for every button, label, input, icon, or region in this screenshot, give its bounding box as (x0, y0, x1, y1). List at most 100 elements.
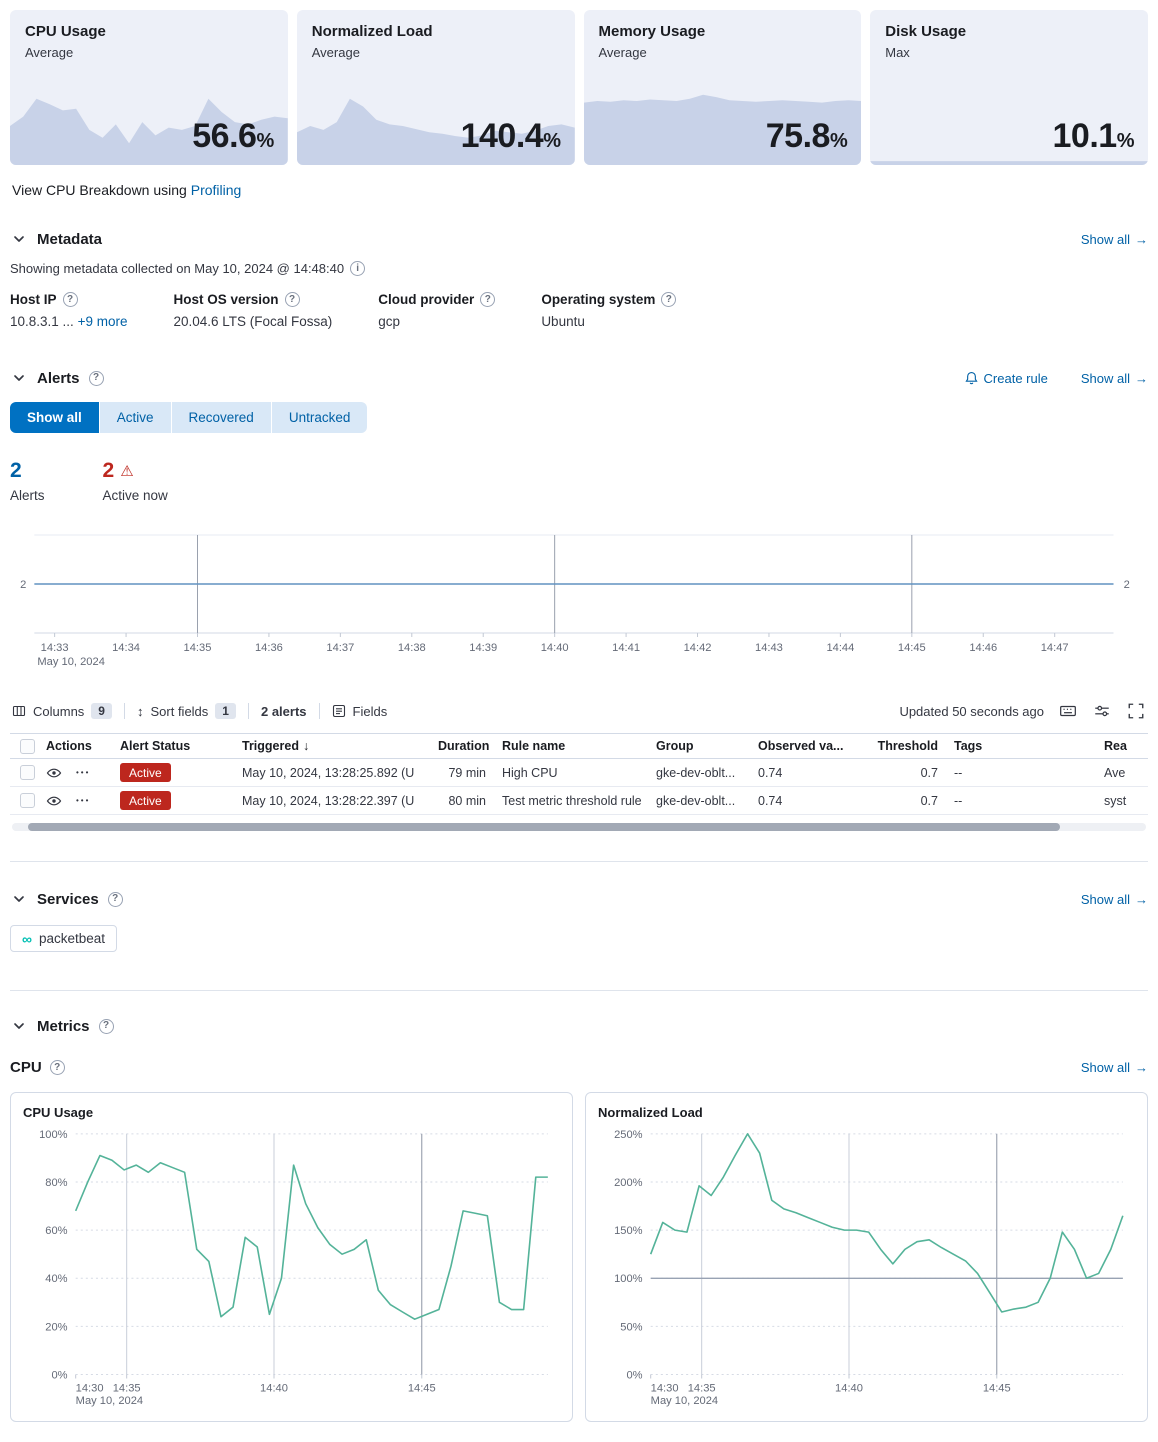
metrics-show-all-link[interactable]: Show all → (1081, 1060, 1148, 1075)
chevron-down-icon[interactable] (10, 1017, 28, 1035)
col-header-tags: Tags (954, 739, 1104, 753)
arrow-right-icon: → (1135, 1060, 1148, 1075)
section-divider (10, 990, 1148, 991)
svg-text:14:30: 14:30 (651, 1382, 679, 1394)
cell-reason: Ave (1104, 766, 1148, 780)
service-chip-packetbeat[interactable]: ∞ packetbeat (10, 925, 117, 952)
fullscreen-icon[interactable] (1126, 701, 1146, 721)
cell-duration: 80 min (438, 794, 502, 808)
table-row[interactable]: ••• Active May 10, 2024, 13:28:25.892 (U… (10, 759, 1148, 787)
keyboard-shortcuts-icon[interactable] (1058, 701, 1078, 721)
profiling-note: View CPU Breakdown using Profiling (12, 182, 1146, 198)
chart-title: Normalized Load (598, 1105, 1135, 1120)
display-options-icon[interactable] (1092, 701, 1112, 721)
svg-text:250%: 250% (614, 1129, 643, 1141)
columns-button[interactable]: Columns 9 (12, 703, 112, 719)
question-icon[interactable]: ? (661, 292, 676, 307)
cell-observed-value: 0.74 (758, 766, 876, 780)
arrow-right-icon: → (1135, 371, 1148, 386)
more-actions-icon[interactable]: ••• (76, 768, 90, 777)
svg-text:14:42: 14:42 (684, 642, 712, 654)
services-section: Services ? Show all → ∞ packetbeat (10, 890, 1148, 952)
alerts-timeline-chart[interactable]: 14:3314:3414:3514:3614:3714:3814:3914:40… (10, 529, 1148, 671)
kpi-card-normalized-load[interactable]: Normalized Load Average 140.4% (297, 10, 575, 165)
tab-active[interactable]: Active (100, 402, 172, 433)
columns-icon (12, 704, 26, 718)
info-icon[interactable]: i (350, 261, 365, 276)
packetbeat-logo-icon: ∞ (22, 932, 32, 946)
alerts-total-count: 2 (10, 459, 45, 483)
row-checkbox[interactable] (20, 793, 35, 808)
svg-text:14:46: 14:46 (969, 642, 997, 654)
svg-text:14:30: 14:30 (76, 1382, 104, 1394)
cell-triggered: May 10, 2024, 13:28:25.892 (U (242, 766, 438, 780)
chevron-down-icon[interactable] (10, 230, 28, 248)
cell-group: gke-dev-oblt... (656, 766, 758, 780)
row-checkbox[interactable] (20, 765, 35, 780)
kpi-card-memory-usage[interactable]: Memory Usage Average 75.8% (584, 10, 862, 165)
cell-duration: 79 min (438, 766, 502, 780)
sort-fields-button[interactable]: ↕ Sort fields 1 (137, 703, 236, 719)
scrollbar-thumb[interactable] (28, 823, 1060, 831)
question-icon[interactable]: ? (285, 292, 300, 307)
kpi-title: Memory Usage (599, 23, 847, 40)
view-alert-icon[interactable] (46, 793, 62, 809)
question-icon[interactable]: ? (63, 292, 78, 307)
columns-count-badge: 9 (91, 703, 112, 719)
profiling-link[interactable]: Profiling (191, 182, 242, 198)
question-icon[interactable]: ? (89, 371, 104, 386)
svg-text:100%: 100% (614, 1273, 643, 1285)
metadata-show-all-link[interactable]: Show all → (1081, 232, 1148, 247)
metrics-section-title: Metrics (37, 1018, 90, 1035)
cell-triggered: May 10, 2024, 13:28:22.397 (U (242, 794, 438, 808)
select-all-checkbox[interactable] (20, 739, 35, 754)
svg-text:0%: 0% (626, 1370, 642, 1382)
normalized-load-chart-panel[interactable]: Normalized Load 0%50%100%150%200%250%14:… (585, 1092, 1148, 1422)
col-header-observed-value: Observed va... (758, 739, 876, 753)
metadata-grid: Host IP? 10.8.3.1 ... +9 more Host OS ve… (10, 292, 1148, 329)
question-icon[interactable]: ? (50, 1060, 65, 1075)
question-icon[interactable]: ? (480, 292, 495, 307)
kpi-subtitle: Average (25, 45, 273, 60)
more-ips-link[interactable]: +9 more (78, 314, 128, 329)
services-show-all-link[interactable]: Show all → (1081, 892, 1148, 907)
svg-text:14:39: 14:39 (469, 642, 497, 654)
svg-text:14:33: 14:33 (41, 642, 69, 654)
status-badge: Active (120, 791, 171, 810)
svg-text:14:45: 14:45 (983, 1382, 1011, 1394)
tab-recovered[interactable]: Recovered (172, 402, 272, 433)
svg-text:May 10, 2024: May 10, 2024 (651, 1395, 718, 1407)
service-name: packetbeat (39, 931, 105, 946)
tab-show-all[interactable]: Show all (10, 402, 100, 433)
kpi-subtitle: Average (599, 45, 847, 60)
more-actions-icon[interactable]: ••• (76, 796, 90, 805)
cpu-usage-chart-panel[interactable]: CPU Usage 0%20%40%60%80%100%14:30May 10,… (10, 1092, 573, 1422)
alerts-table: Actions Alert Status Triggered↓ Duration… (10, 733, 1148, 815)
kpi-card-disk-usage[interactable]: Disk Usage Max 10.1% (870, 10, 1148, 165)
toolbar-separator (319, 703, 320, 719)
create-rule-link[interactable]: Create rule (964, 371, 1048, 386)
kpi-subtitle: Max (885, 45, 1133, 60)
table-row[interactable]: ••• Active May 10, 2024, 13:28:22.397 (U… (10, 787, 1148, 815)
horizontal-scrollbar (12, 823, 1146, 831)
metrics-section: Metrics ? CPU ? Show all → CPU Usage 0%2… (10, 1017, 1148, 1422)
alerts-status-filter-group: Show all Active Recovered Untracked (10, 402, 367, 433)
metadata-section: Metadata Show all → Showing metadata col… (10, 230, 1148, 329)
question-icon[interactable]: ? (99, 1019, 114, 1034)
cell-reason: syst (1104, 794, 1148, 808)
arrow-right-icon: → (1135, 892, 1148, 907)
kpi-subtitle: Average (312, 45, 560, 60)
question-icon[interactable]: ? (108, 892, 123, 907)
kpi-unit: % (256, 130, 273, 152)
kpi-title: Normalized Load (312, 23, 560, 40)
view-alert-icon[interactable] (46, 765, 62, 781)
svg-text:14:37: 14:37 (326, 642, 354, 654)
chevron-down-icon[interactable] (10, 890, 28, 908)
col-header-triggered[interactable]: Triggered↓ (242, 739, 438, 753)
kpi-card-cpu-usage[interactable]: CPU Usage Average 56.6% (10, 10, 288, 165)
fields-button[interactable]: Fields (332, 704, 388, 719)
cell-tags: -- (954, 794, 1104, 808)
alerts-show-all-link[interactable]: Show all → (1081, 371, 1148, 386)
tab-untracked[interactable]: Untracked (272, 402, 368, 433)
chevron-down-icon[interactable] (10, 369, 28, 387)
